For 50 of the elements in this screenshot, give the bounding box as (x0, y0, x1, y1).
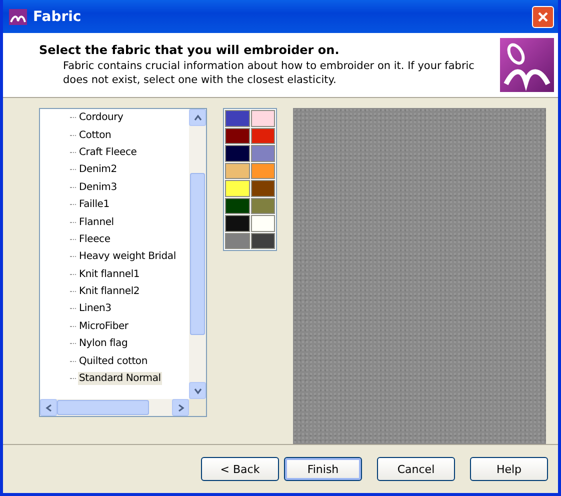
chevron-left-icon (44, 404, 52, 412)
color-swatch[interactable] (225, 128, 250, 144)
color-swatch[interactable] (225, 162, 250, 179)
header-heading: Select the fabric that you will embroider on. (39, 43, 340, 57)
close-button[interactable] (532, 6, 554, 28)
fabric-item[interactable]: MicroFiber (78, 320, 130, 333)
horizontal-scrollbar[interactable] (40, 399, 189, 416)
color-swatch[interactable] (225, 180, 250, 196)
color-swatch[interactable] (250, 128, 275, 144)
color-swatch[interactable] (225, 110, 250, 126)
fabric-item[interactable]: Fleece (78, 232, 112, 246)
fabric-item[interactable]: Cotton (78, 128, 112, 142)
color-swatch[interactable] (250, 215, 275, 232)
dialog-button[interactable]: Finish (284, 457, 362, 481)
chevron-right-icon (176, 404, 184, 412)
header-description: Fabric contains crucial information about how to embroider on it. If your fabric does not exist, select one with the closest elasticity. (62, 59, 476, 87)
fabric-item[interactable]: Flannel (78, 216, 115, 229)
fabric-item[interactable]: Quilted cotton (78, 354, 148, 368)
color-swatch[interactable] (225, 215, 250, 232)
fabric-item[interactable]: Linen3 (78, 302, 112, 316)
chevron-down-icon (194, 386, 202, 394)
color-swatch[interactable] (225, 232, 250, 249)
color-swatch[interactable] (225, 145, 250, 162)
dialog-button[interactable]: Cancel (377, 457, 455, 481)
dialog-button[interactable]: < Back (201, 457, 279, 481)
color-swatch[interactable] (250, 232, 275, 249)
app-logo-icon (500, 38, 554, 92)
scrollbar-corner (189, 399, 206, 416)
color-swatch[interactable] (250, 162, 275, 179)
fabric-item[interactable]: Nylon flag (78, 337, 129, 350)
dialog-button[interactable]: Help (470, 457, 548, 481)
color-swatch[interactable] (250, 110, 275, 126)
app-logo-icon (9, 8, 27, 24)
fabric-item[interactable]: Denim2 (78, 163, 118, 176)
color-swatch[interactable] (250, 198, 275, 214)
fabric-item[interactable]: Craft Fleece (78, 146, 138, 159)
close-icon (537, 10, 549, 22)
window-title: Fabric (33, 8, 82, 24)
fabric-item[interactable]: Knit flannel1 (78, 268, 141, 281)
fabric-item[interactable]: Knit flannel2 (78, 285, 141, 298)
color-swatch[interactable] (250, 145, 275, 162)
chevron-up-icon (194, 114, 202, 122)
fabric-item[interactable]: Standard Normal (78, 372, 162, 386)
fabric-item[interactable]: Heavy weight Bridal (78, 250, 177, 264)
fabric-item[interactable]: Denim3 (78, 180, 118, 194)
vertical-scrollbar[interactable] (189, 109, 206, 399)
fabric-item[interactable]: Faille1 (78, 198, 110, 212)
color-swatch[interactable] (250, 180, 275, 196)
fabric-item[interactable]: Cordoury (78, 111, 124, 124)
color-swatch[interactable] (225, 198, 250, 214)
